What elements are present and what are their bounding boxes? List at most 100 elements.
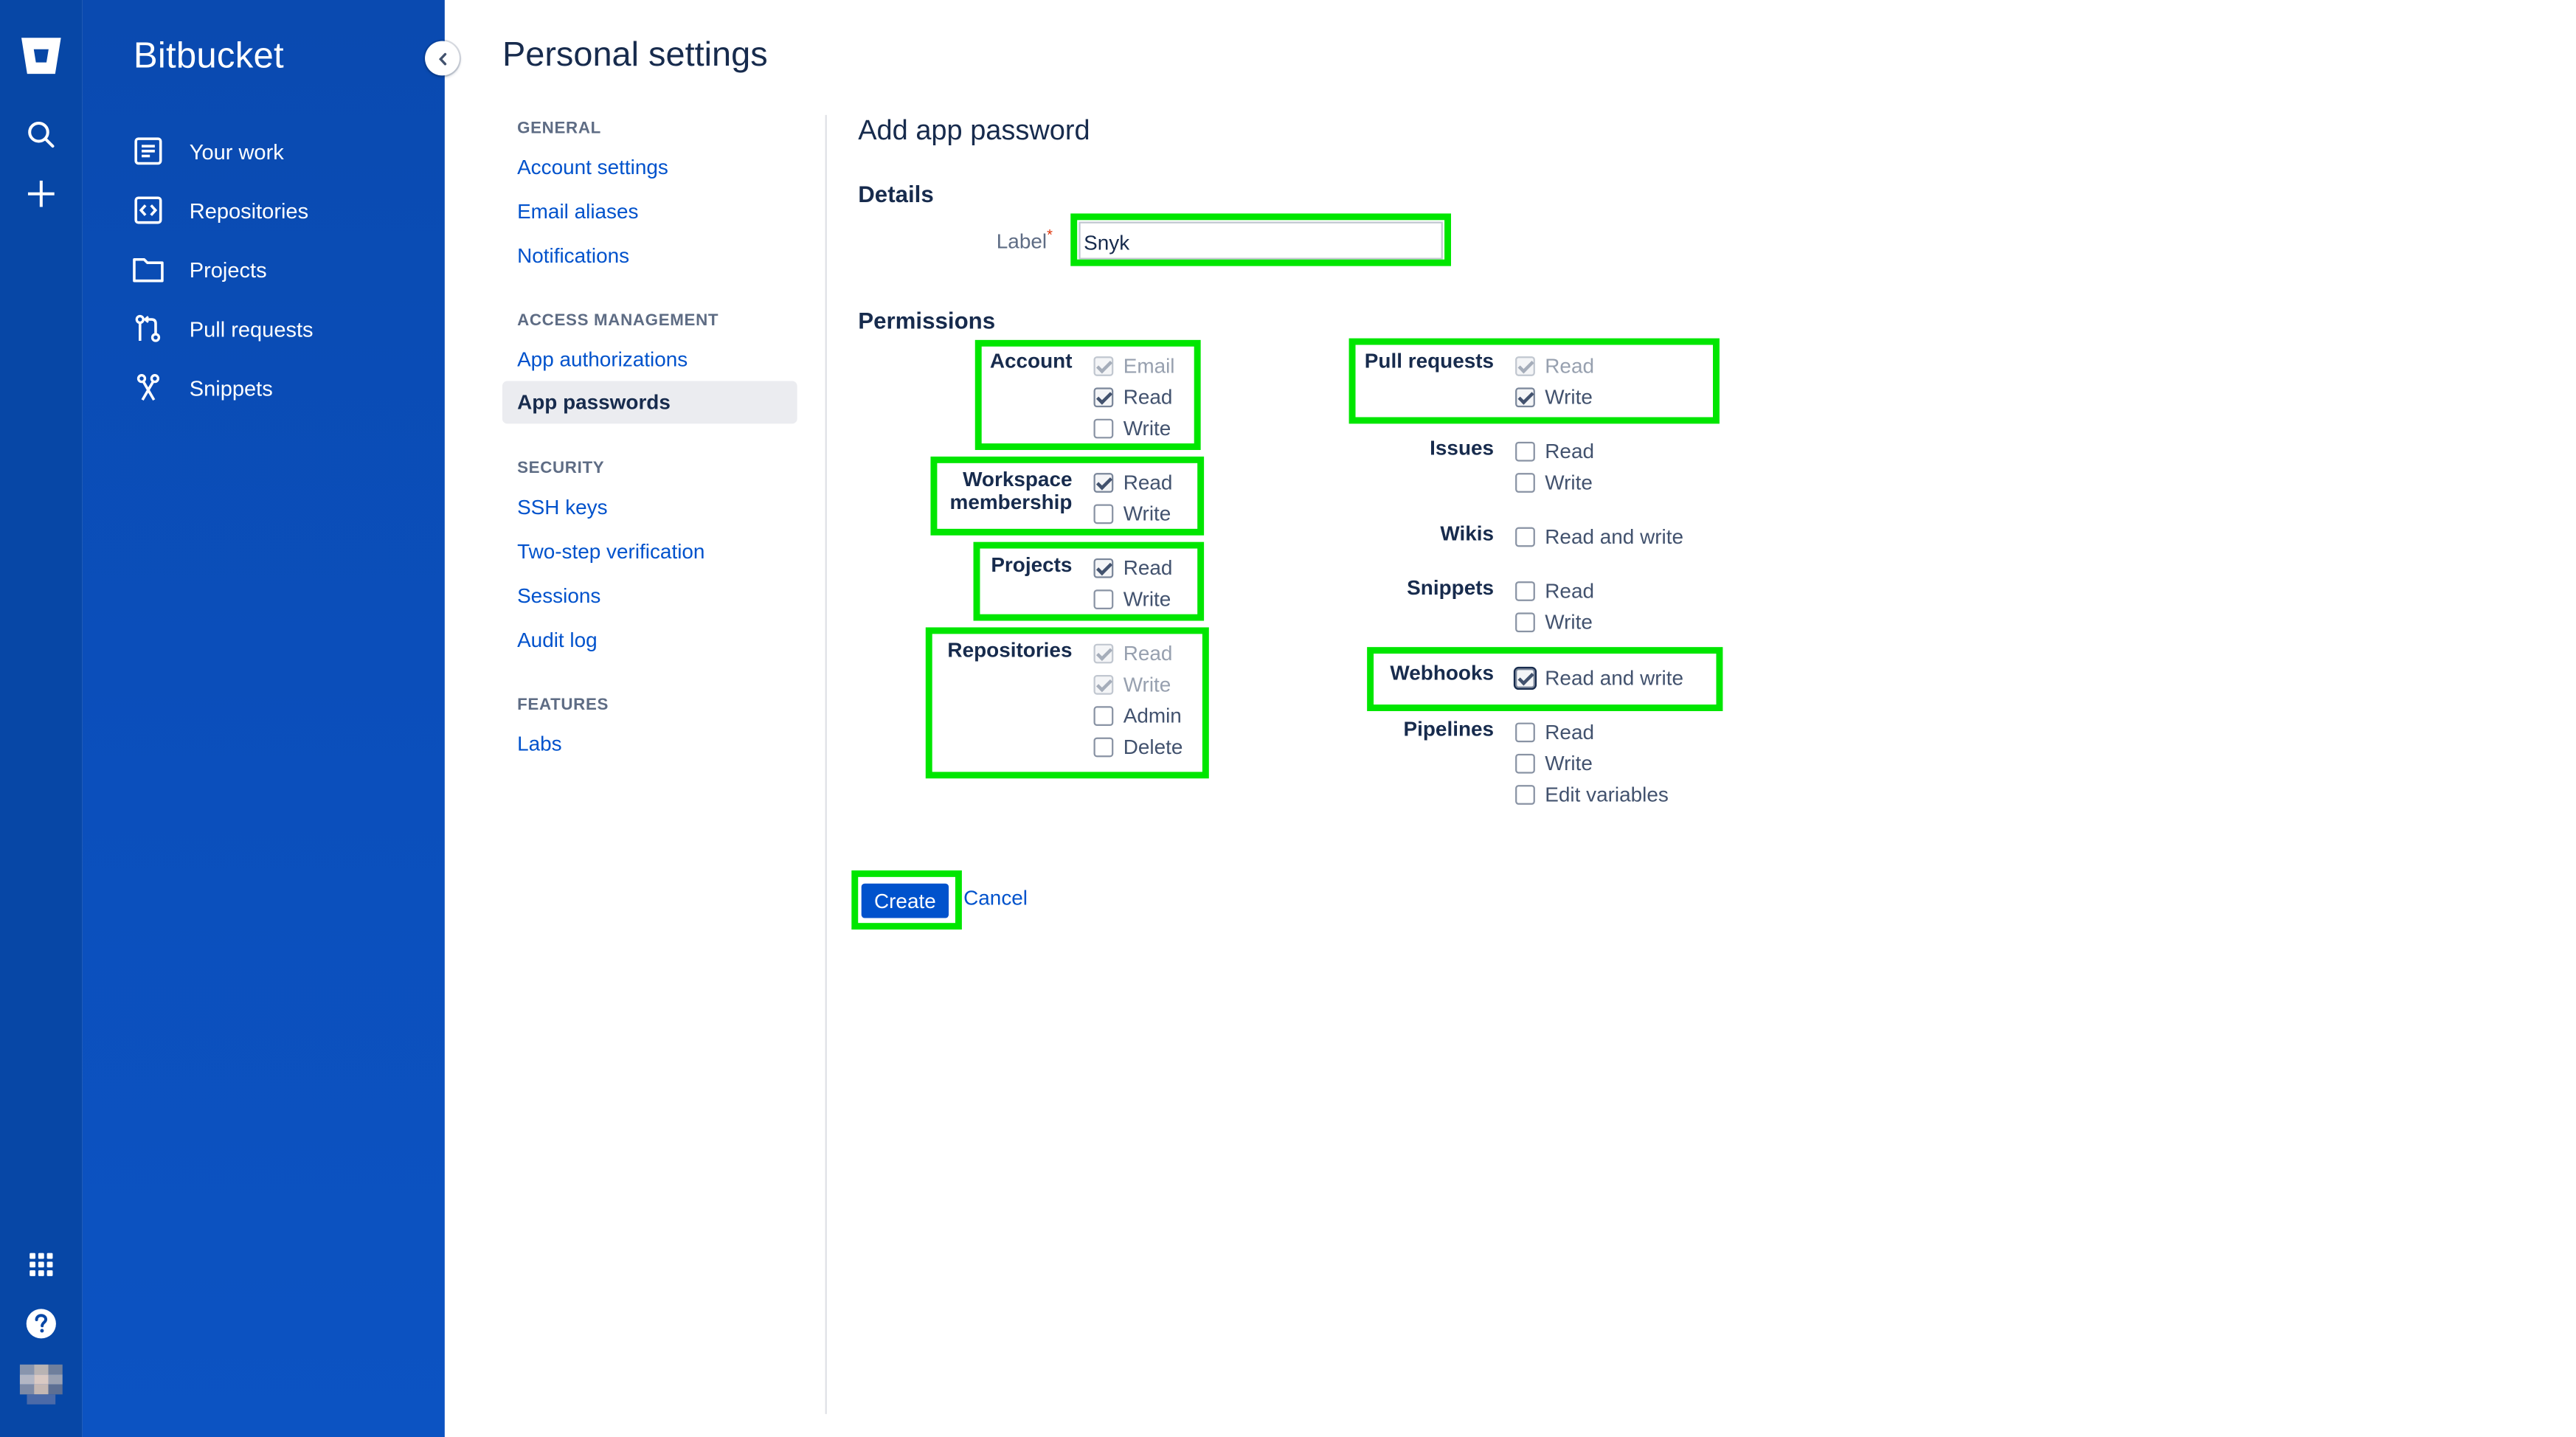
sidebar-item-pull-requests[interactable]: Pull requests [132,305,314,351]
section-heading-general: GENERAL [517,120,601,139]
repositories-write-checkbox: Write [1093,670,1171,698]
settings-link-notifications[interactable]: Notifications [517,245,629,268]
workspace-read-checkbox[interactable]: Read [1093,468,1173,496]
settings-link-sessions[interactable]: Sessions [517,585,600,608]
cancel-link[interactable]: Cancel [963,887,1028,910]
permission-group-pipelines: Pipelines [1403,717,1495,741]
projects-read-checkbox[interactable]: Read [1093,553,1173,581]
sidebar-item-snippets[interactable]: Snippets [132,364,273,410]
checkbox[interactable] [1093,418,1114,438]
permission-group-repositories: Repositories [947,639,1073,662]
checkbox[interactable] [1093,472,1114,492]
collapse-sidebar-button[interactable] [425,41,460,76]
form-title: Add app password [858,114,1090,147]
account-read-checkbox[interactable]: Read [1093,383,1172,411]
checkbox[interactable] [1515,440,1535,461]
checkbox[interactable] [1093,503,1114,524]
settings-link-app-passwords[interactable]: App passwords [502,381,797,424]
checkbox-label: Read [1123,470,1173,494]
checkbox[interactable] [1515,784,1535,804]
checkbox [1093,643,1114,663]
account-write-checkbox[interactable]: Write [1093,414,1171,442]
checkbox[interactable] [1515,612,1535,632]
checkbox-label: Write [1123,502,1171,525]
checkbox[interactable] [1093,705,1114,725]
pipelines-edit-variables-checkbox[interactable]: Edit variables [1515,780,1669,808]
wikis-read-write-checkbox[interactable]: Read and write [1515,522,1683,550]
sidebar-item-projects[interactable]: Projects [132,246,267,292]
checkbox-label: Read [1123,641,1173,665]
checkbox [1093,355,1114,375]
checkbox[interactable] [1515,472,1535,492]
snippets-write-checkbox[interactable]: Write [1515,608,1593,636]
bitbucket-logo-icon[interactable] [20,35,63,77]
checkbox-label: Read and write [1545,524,1683,548]
checkbox[interactable] [1515,667,1535,688]
checkbox-label: Read and write [1545,665,1683,689]
sidebar-item-your-work[interactable]: Your work [132,128,284,174]
repositories-admin-checkbox[interactable]: Admin [1093,702,1182,730]
permission-group-webhooks: Webhooks [1390,662,1495,685]
app-switcher-icon[interactable] [20,1243,63,1286]
brand-name[interactable]: Bitbucket [134,35,284,77]
pipelines-write-checkbox[interactable]: Write [1515,749,1593,777]
permission-group-wikis: Wikis [1440,522,1495,546]
issues-read-checkbox[interactable]: Read [1515,437,1594,465]
label-input[interactable] [1078,221,1443,260]
pipelines-read-checkbox[interactable]: Read [1515,718,1594,746]
repositories-delete-checkbox[interactable]: Delete [1093,733,1183,761]
settings-link-two-step-verification[interactable]: Two-step verification [517,540,704,563]
pull-requests-write-checkbox[interactable]: Write [1515,383,1593,411]
snippets-icon [132,371,165,404]
sidebar-item-label: Pull requests [189,316,314,341]
checkbox-label: Write [1123,416,1171,440]
label-field-label-text: Label [996,230,1048,254]
group-label-line: membership [949,491,1073,514]
settings-link-app-authorizations[interactable]: App authorizations [517,348,688,371]
settings-link-email-aliases[interactable]: Email aliases [517,201,638,224]
checkbox[interactable] [1093,557,1114,578]
issues-write-checkbox[interactable]: Write [1515,468,1593,496]
projects-write-checkbox[interactable]: Write [1093,585,1171,613]
checkbox[interactable] [1093,589,1114,609]
webhooks-read-write-checkbox[interactable]: Read and write [1515,663,1683,691]
help-icon[interactable] [20,1302,63,1345]
workspace-write-checkbox[interactable]: Write [1093,499,1171,527]
sidebar-item-repositories[interactable]: Repositories [132,187,308,233]
checkbox-label: Email [1123,353,1175,377]
checkbox-label: Read [1123,555,1173,579]
checkbox[interactable] [1515,387,1535,407]
plus-icon[interactable] [20,173,63,215]
checkbox-label: Write [1545,610,1593,634]
settings-link-labs[interactable]: Labs [517,733,562,755]
section-heading-features: FEATURES [517,696,609,715]
checkbox[interactable] [1093,387,1114,407]
snippets-read-checkbox[interactable]: Read [1515,576,1594,604]
permission-group-pull-requests: Pull requests [1364,350,1495,373]
checkbox[interactable] [1515,752,1535,773]
chevron-left-icon [437,52,446,65]
checkbox-label: Write [1545,751,1593,775]
projects-icon [132,253,165,286]
checkbox-label: Delete [1123,735,1183,758]
checkbox [1515,355,1535,375]
sidebar-item-label: Your work [189,139,284,164]
account-email-checkbox: Email [1093,351,1175,379]
settings-link-ssh-keys[interactable]: SSH keys [517,496,608,519]
checkbox-label: Write [1123,672,1171,696]
details-heading: Details [858,180,934,207]
checkbox[interactable] [1515,526,1535,547]
search-icon[interactable] [20,114,63,156]
checkbox[interactable] [1093,736,1114,757]
avatar[interactable] [19,1363,63,1406]
settings-link-audit-log[interactable]: Audit log [517,629,598,652]
checkbox[interactable] [1515,721,1535,742]
repositories-read-checkbox: Read [1093,639,1173,667]
permission-group-issues: Issues [1430,437,1495,460]
permissions-heading: Permissions [858,307,996,333]
checkbox[interactable] [1515,580,1535,600]
settings-link-account-settings[interactable]: Account settings [517,156,668,179]
checkbox-label: Write [1123,586,1171,611]
sidebar-item-label: Snippets [189,375,273,401]
create-button[interactable]: Create [861,883,949,918]
